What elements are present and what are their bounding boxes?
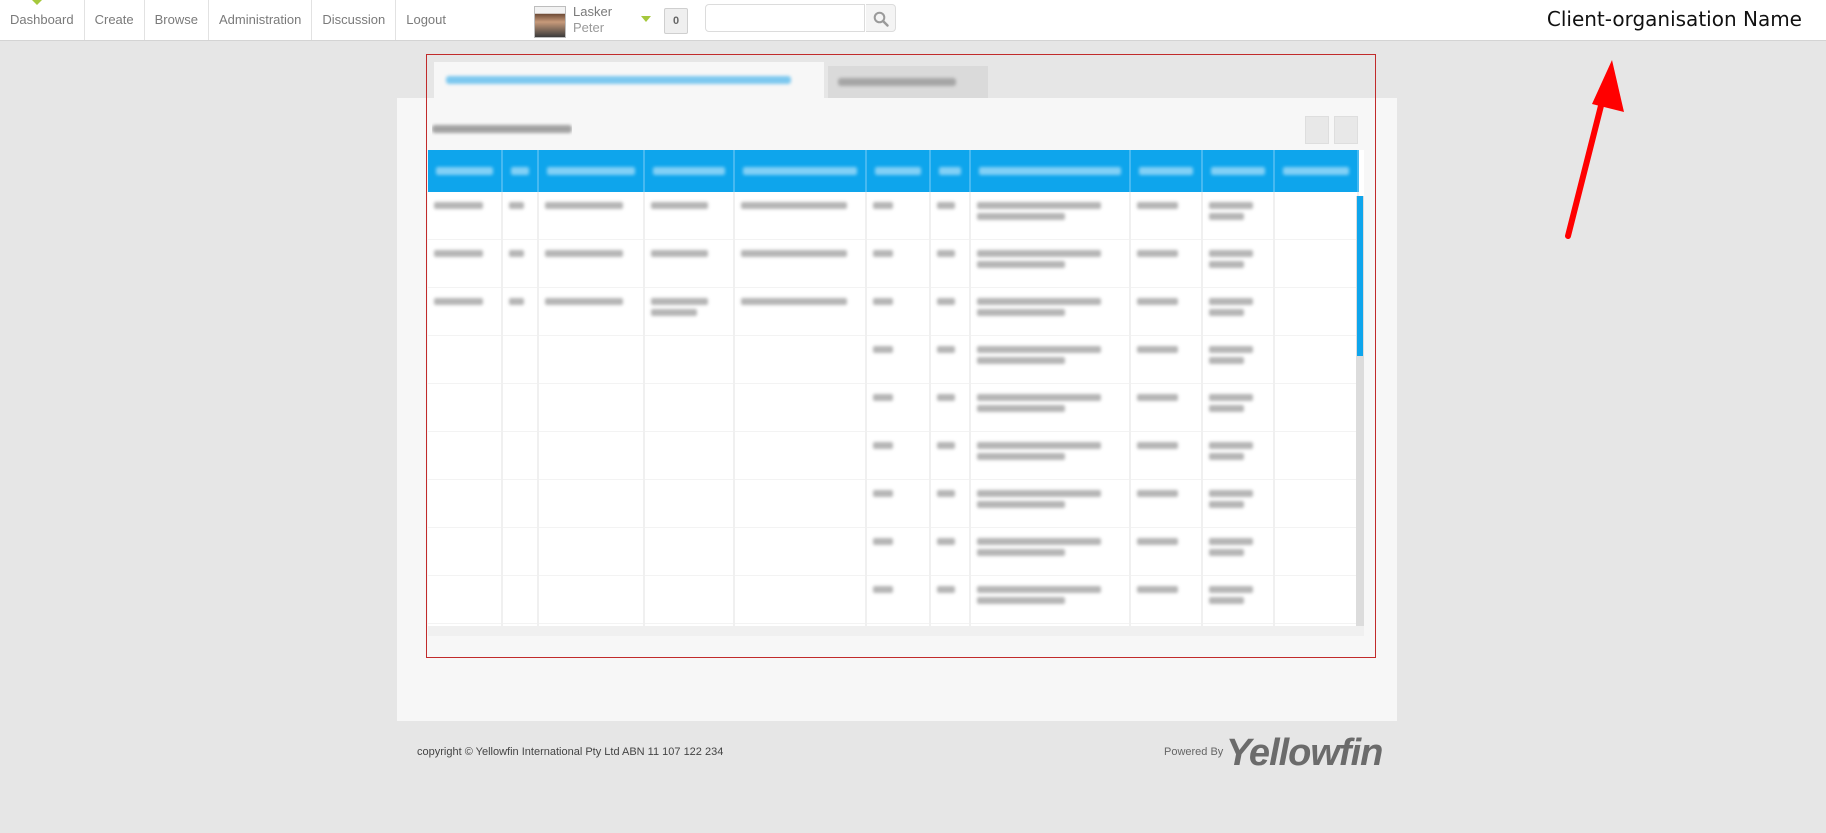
- nav-dashboard[interactable]: Dashboard: [0, 0, 85, 40]
- annotation-arrow-icon: [1565, 60, 1624, 239]
- powered-by-label: Powered By: [1164, 746, 1224, 758]
- nav-browse-label: Browse: [154, 12, 198, 27]
- nav-discussion-label: Discussion: [322, 12, 386, 27]
- nav-discussion[interactable]: Discussion: [312, 0, 397, 40]
- client-organisation-name: Client-organisation Name: [1546, 7, 1802, 31]
- nav-logout-label: Logout: [406, 12, 446, 27]
- user-last-name[interactable]: Lasker: [573, 4, 612, 19]
- user-first-name[interactable]: Peter: [573, 20, 604, 35]
- notification-count-badge[interactable]: 0: [664, 8, 688, 34]
- search-icon: [873, 11, 889, 27]
- search-input[interactable]: [705, 4, 865, 32]
- annotation-highlight-box: [426, 54, 1376, 658]
- nav-browse[interactable]: Browse: [145, 0, 209, 40]
- search-button[interactable]: [866, 4, 896, 32]
- user-avatar[interactable]: [534, 6, 566, 38]
- nav-logout[interactable]: Logout: [396, 0, 456, 40]
- nav-create-label: Create: [94, 12, 134, 27]
- nav-create[interactable]: Create: [85, 0, 145, 40]
- top-navigation-bar: Dashboard Create Browse Administration D…: [0, 0, 1826, 41]
- yellowfin-logo[interactable]: Yellowfin: [1226, 732, 1383, 775]
- active-page-marker-icon: [32, 0, 42, 5]
- main-menu: Dashboard Create Browse Administration D…: [0, 0, 456, 40]
- copyright-text: copyright © Yellowfin International Pty …: [417, 746, 724, 758]
- nav-dashboard-label: Dashboard: [10, 12, 74, 27]
- user-menu-chevron-down-icon[interactable]: [641, 16, 651, 22]
- nav-administration[interactable]: Administration: [209, 0, 313, 40]
- nav-administration-label: Administration: [219, 12, 302, 27]
